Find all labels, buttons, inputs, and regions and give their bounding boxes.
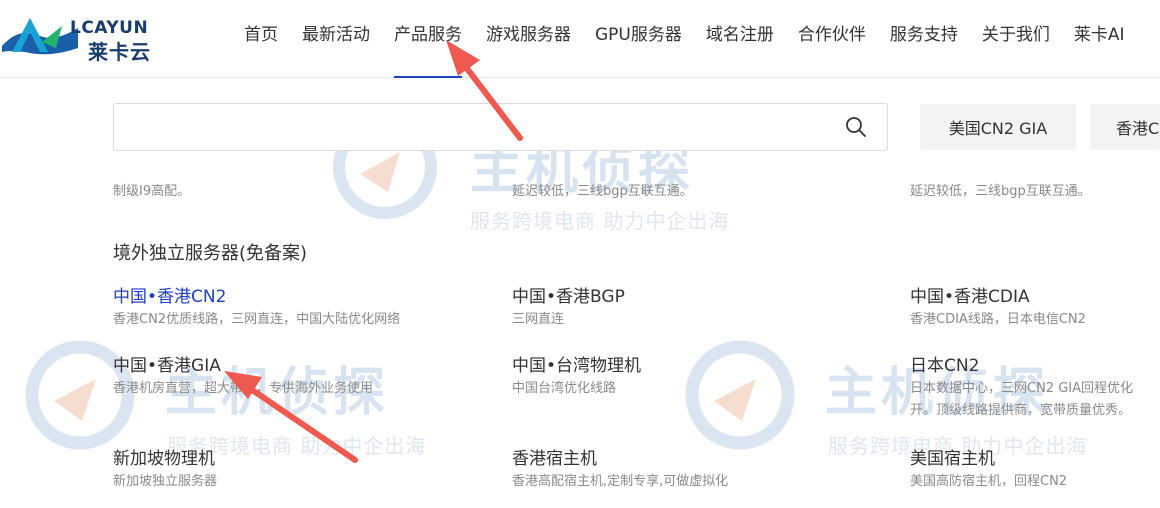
nav-item-products[interactable]: 产品服务 bbox=[382, 0, 474, 78]
nav-item-label: 产品服务 bbox=[394, 25, 462, 45]
nav-item-label: 最新活动 bbox=[302, 25, 370, 45]
nav-item-latest-activity[interactable]: 最新活动 bbox=[290, 0, 382, 78]
nav-item-gpu-servers[interactable]: GPU服务器 bbox=[583, 0, 694, 78]
quick-tag-us-cn2-gia[interactable]: 美国CN2 GIA bbox=[920, 104, 1076, 150]
nav-item-label: 莱卡AI bbox=[1073, 25, 1125, 45]
search-box bbox=[113, 103, 888, 151]
quick-tag-label: 香港C bbox=[1116, 119, 1160, 138]
brand-name-cn: 莱卡云 bbox=[88, 40, 151, 64]
prev-section-desc: 延迟较低，三线bgp互联互通。 bbox=[910, 184, 1091, 199]
nav-item-laika-ai[interactable]: 莱卡AI bbox=[1062, 0, 1137, 78]
brand-logo[interactable]: LCAYUN 莱卡云 bbox=[0, 8, 170, 64]
main-nav: 首页 最新活动 产品服务 游戏服务器 GPU服务器 域名注册 合作伙伴 服务支持… bbox=[232, 0, 1137, 78]
search-input[interactable] bbox=[114, 104, 834, 150]
product-link-hk-bgp[interactable]: 中国•香港BGP bbox=[512, 282, 625, 307]
product-desc: 香港机房直营，超大带宽，专供海外业务使用 bbox=[113, 381, 374, 396]
nav-item-about[interactable]: 关于我们 bbox=[970, 0, 1062, 78]
product-link-tw-physical[interactable]: 中国•台湾物理机 bbox=[512, 351, 641, 376]
product-desc: 香港高配宿主机,定制专享,可做虚拟化 bbox=[512, 474, 729, 489]
nav-item-game-servers[interactable]: 游戏服务器 bbox=[474, 0, 583, 78]
product-link-us-host[interactable]: 美国宿主机 bbox=[910, 444, 995, 469]
product-link-sg-physical[interactable]: 新加坡物理机 bbox=[113, 444, 215, 469]
quick-tag-label: 美国CN2 GIA bbox=[948, 119, 1048, 138]
product-link-hk-host[interactable]: 香港宿主机 bbox=[512, 444, 597, 469]
product-link-hk-cn2[interactable]: 中国•香港CN2 bbox=[113, 282, 226, 307]
product-desc: 日本数据中心，三网CN2 GIA回程优化 bbox=[910, 381, 1134, 396]
nav-item-label: 合作伙伴 bbox=[797, 25, 866, 45]
nav-item-label: 关于我们 bbox=[981, 25, 1050, 45]
nav-item-label: 服务支持 bbox=[889, 25, 958, 45]
product-desc: 香港CDIA线路，日本电信CN2 bbox=[910, 312, 1086, 327]
quick-tag-hk[interactable]: 香港C bbox=[1090, 104, 1160, 150]
prev-section-desc: 制级I9高配。 bbox=[113, 184, 191, 199]
nav-item-partners[interactable]: 合作伙伴 bbox=[786, 0, 878, 78]
nav-item-label: GPU服务器 bbox=[595, 25, 682, 45]
nav-item-support[interactable]: 服务支持 bbox=[878, 0, 970, 78]
watermark-text: 服务跨境电商 助力中企出海 bbox=[470, 209, 730, 233]
product-desc: 香港CN2优质线路，三网直连，中国大陆优化网络 bbox=[113, 312, 401, 327]
product-link-jp-cn2[interactable]: 日本CN2 bbox=[910, 351, 979, 376]
nav-item-label: 游戏服务器 bbox=[486, 25, 571, 45]
nav-item-label: 域名注册 bbox=[705, 25, 774, 45]
watermark-globe-icon bbox=[685, 340, 795, 450]
product-desc: 美国高防宿主机，回程CN2 bbox=[910, 474, 1068, 489]
search-icon[interactable] bbox=[845, 116, 867, 138]
nav-item-label: 首页 bbox=[244, 25, 278, 45]
product-desc: 中国台湾优化线路 bbox=[512, 381, 617, 396]
logo-icon bbox=[2, 18, 78, 55]
section-title: 境外独立服务器(免备案) bbox=[113, 243, 308, 264]
nav-item-domain-registration[interactable]: 域名注册 bbox=[694, 0, 786, 78]
nav-item-home[interactable]: 首页 bbox=[232, 0, 290, 78]
brand-name-en: LCAYUN bbox=[70, 18, 149, 38]
product-link-hk-cdia[interactable]: 中国•香港CDIA bbox=[910, 282, 1030, 307]
site-header: LCAYUN 莱卡云 首页 最新活动 产品服务 游戏服务器 GPU服务器 域名注… bbox=[0, 0, 1160, 78]
product-desc: 开。顶级线路提供商，宽带质量优秀。 bbox=[910, 403, 1132, 418]
product-link-hk-gia[interactable]: 中国•香港GIA bbox=[113, 351, 221, 376]
prev-section-desc: 延迟较低，三线bgp互联互通。 bbox=[512, 184, 693, 199]
product-desc: 新加坡独立服务器 bbox=[113, 474, 218, 489]
product-desc: 三网直连 bbox=[512, 312, 565, 327]
